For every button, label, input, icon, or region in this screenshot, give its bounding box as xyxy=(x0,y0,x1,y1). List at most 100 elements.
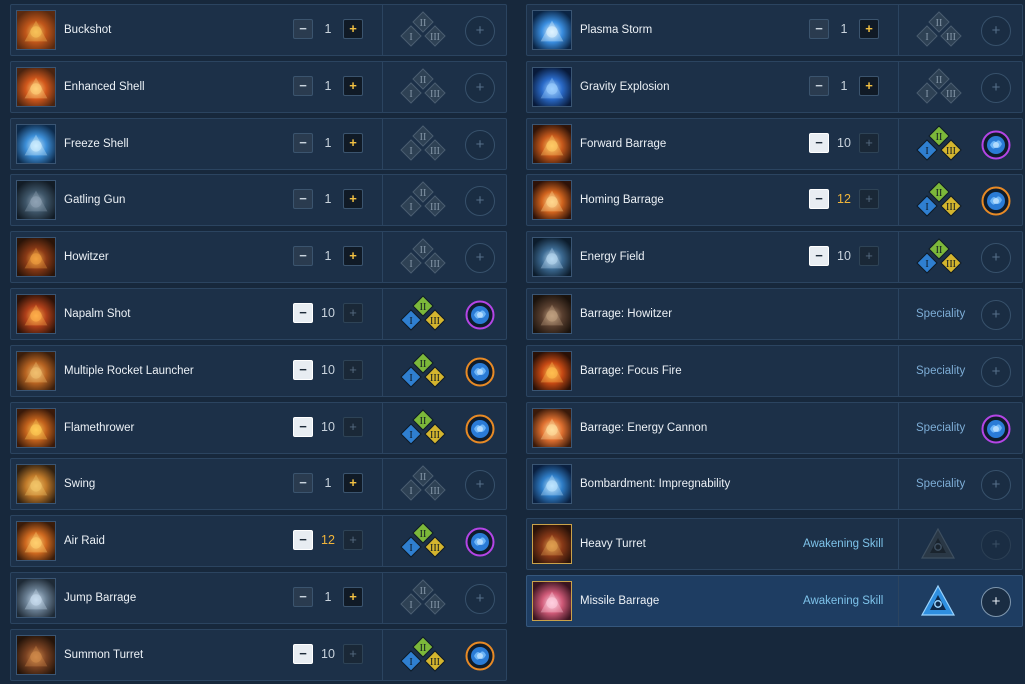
rune-orange-icon[interactable] xyxy=(465,357,495,387)
level-decrease-button[interactable]: − xyxy=(293,19,313,39)
rune-orange-icon[interactable] xyxy=(981,186,1011,216)
tripod-icon[interactable]: II I III xyxy=(913,11,965,49)
skill-row[interactable]: Buckshot −1 + II I III + xyxy=(10,4,507,56)
level-increase-button[interactable]: + xyxy=(859,75,879,96)
rune-orange-icon[interactable] xyxy=(465,641,495,671)
level-decrease-button[interactable]: − xyxy=(293,189,313,210)
tripod-icon[interactable]: II I III xyxy=(397,522,449,560)
level-decrease-button[interactable]: − xyxy=(293,246,313,267)
tripod-icon[interactable]: II I III xyxy=(397,579,449,617)
level-increase-button[interactable]: + xyxy=(343,75,363,96)
tripod-icon[interactable]: II I III xyxy=(397,408,449,447)
rune-purple-icon[interactable] xyxy=(981,414,1011,444)
level-decrease-button[interactable]: − xyxy=(809,19,829,39)
skill-row[interactable]: Plasma Storm −1 + II I III + xyxy=(526,4,1023,56)
level-decrease-button[interactable]: − xyxy=(809,132,829,153)
rune-slot-add-icon[interactable]: + xyxy=(981,530,1011,561)
skill-row[interactable]: Gatling Gun −1 + II I III + xyxy=(10,174,507,227)
tripod-icon[interactable]: II I III xyxy=(397,295,449,333)
level-decrease-button[interactable]: − xyxy=(293,416,313,437)
level-increase-button[interactable]: + xyxy=(343,530,363,551)
tripod-icon[interactable]: II I III xyxy=(913,238,965,276)
skill-row[interactable]: Howitzer −1 + II I III + xyxy=(10,231,507,284)
level-increase-button[interactable]: + xyxy=(343,359,363,380)
rune-slot-add-icon[interactable]: + xyxy=(981,243,1011,274)
level-increase-button[interactable]: + xyxy=(859,189,879,210)
skill-row[interactable]: Bombardment: Impregnability Speciality + xyxy=(526,458,1023,511)
skill-row[interactable]: Enhanced Shell −1 + II I III + xyxy=(10,60,507,113)
level-decrease-button[interactable]: − xyxy=(809,189,829,210)
level-increase-button[interactable]: + xyxy=(343,302,363,323)
skill-row[interactable]: Barrage: Energy Cannon Speciality xyxy=(526,401,1023,454)
tripod-icon[interactable]: II I III xyxy=(913,68,965,106)
skill-row[interactable]: Multiple Rocket Launcher −10 + II I III xyxy=(10,344,507,397)
skill-row[interactable]: Energy Field −10 + II I III + xyxy=(526,231,1023,284)
level-decrease-button[interactable]: − xyxy=(293,530,313,551)
tripod-icon[interactable]: II I III xyxy=(397,11,449,49)
tripod-icon[interactable]: II I III xyxy=(913,181,965,219)
level-decrease-button[interactable]: − xyxy=(293,302,313,323)
tripod-icon[interactable]: II I III xyxy=(397,68,449,106)
level-increase-button[interactable]: + xyxy=(859,19,879,39)
level-increase-button[interactable]: + xyxy=(343,246,363,267)
rune-orange-icon[interactable] xyxy=(465,414,495,444)
level-increase-button[interactable]: + xyxy=(343,189,363,210)
skill-row[interactable]: Heavy Turret Awakening Skill + xyxy=(526,518,1023,571)
skill-row[interactable]: Napalm Shot −10 + II I III xyxy=(10,287,507,340)
level-decrease-button[interactable]: − xyxy=(293,473,313,494)
rune-slot-add-icon[interactable]: + xyxy=(465,243,495,274)
tripod-icon[interactable]: II I III xyxy=(397,238,449,276)
skill-row[interactable]: Homing Barrage −12 + II I III xyxy=(526,174,1023,227)
skill-level-value: 12 xyxy=(321,533,335,548)
tripod-icon[interactable]: II I III xyxy=(397,636,449,674)
skill-row[interactable]: Air Raid −12 + II I III xyxy=(10,515,507,568)
level-decrease-button[interactable]: − xyxy=(293,359,313,380)
level-increase-button[interactable]: + xyxy=(343,643,363,664)
tripod-icon[interactable]: II I III xyxy=(397,465,449,503)
level-increase-button[interactable]: + xyxy=(859,132,879,153)
speciality-label: Speciality xyxy=(916,421,966,434)
rune-slot-add-icon[interactable]: + xyxy=(981,72,1011,103)
level-decrease-button[interactable]: − xyxy=(293,643,313,664)
skill-row[interactable]: Flamethrower −10 + II I III xyxy=(10,401,507,454)
tripod-icon[interactable]: II I III xyxy=(397,181,449,219)
level-decrease-button[interactable]: − xyxy=(809,246,829,267)
rune-slot-add-icon[interactable]: + xyxy=(465,583,495,614)
skill-row[interactable]: Jump Barrage −1 + II I III + xyxy=(10,571,507,624)
level-decrease-button[interactable]: − xyxy=(293,75,313,96)
rune-slot-add-icon[interactable]: + xyxy=(465,186,495,217)
rune-slot-add-icon[interactable]: + xyxy=(981,587,1011,618)
level-increase-button[interactable]: + xyxy=(343,586,363,607)
tripod-icon[interactable]: II I III xyxy=(397,124,449,163)
skill-row[interactable]: Barrage: Focus Fire Speciality + xyxy=(526,344,1023,397)
rune-slot-add-icon[interactable]: + xyxy=(465,72,495,103)
rune-slot-add-icon[interactable]: + xyxy=(465,129,495,160)
level-increase-button[interactable]: + xyxy=(343,473,363,494)
rune-slot-add-icon[interactable]: + xyxy=(981,299,1011,330)
rune-purple-icon[interactable] xyxy=(981,130,1011,160)
skill-row[interactable]: Barrage: Howitzer Speciality + xyxy=(526,287,1023,340)
level-increase-button[interactable]: + xyxy=(343,19,363,39)
tripod-icon[interactable]: II I III xyxy=(397,352,449,390)
svg-text:III: III xyxy=(430,486,440,497)
level-decrease-button[interactable]: − xyxy=(809,75,829,96)
rune-slot-add-icon[interactable]: + xyxy=(981,356,1011,387)
level-increase-button[interactable]: + xyxy=(343,416,363,437)
level-decrease-button[interactable]: − xyxy=(293,132,313,153)
skill-row[interactable]: Gravity Explosion −1 + II I III + xyxy=(526,60,1023,113)
rune-slot-add-icon[interactable]: + xyxy=(981,16,1011,46)
rune-slot-add-icon[interactable]: + xyxy=(981,470,1011,501)
rune-slot-add-icon[interactable]: + xyxy=(465,470,495,501)
rune-slot-add-icon[interactable]: + xyxy=(465,16,495,46)
tripod-icon[interactable]: II I III xyxy=(913,124,965,163)
skill-row[interactable]: Swing −1 + II I III + xyxy=(10,458,507,511)
level-increase-button[interactable]: + xyxy=(859,246,879,267)
skill-row[interactable]: Forward Barrage −10 + II I III xyxy=(526,117,1023,170)
skill-row[interactable]: Missile Barrage Awakening Skill + xyxy=(526,575,1023,628)
skill-row[interactable]: Summon Turret −10 + II I III xyxy=(10,628,507,681)
level-increase-button[interactable]: + xyxy=(343,132,363,153)
rune-purple-icon[interactable] xyxy=(465,300,495,330)
level-decrease-button[interactable]: − xyxy=(293,586,313,607)
skill-row[interactable]: Freeze Shell −1 + II I III + xyxy=(10,117,507,170)
rune-purple-icon[interactable] xyxy=(465,527,495,557)
